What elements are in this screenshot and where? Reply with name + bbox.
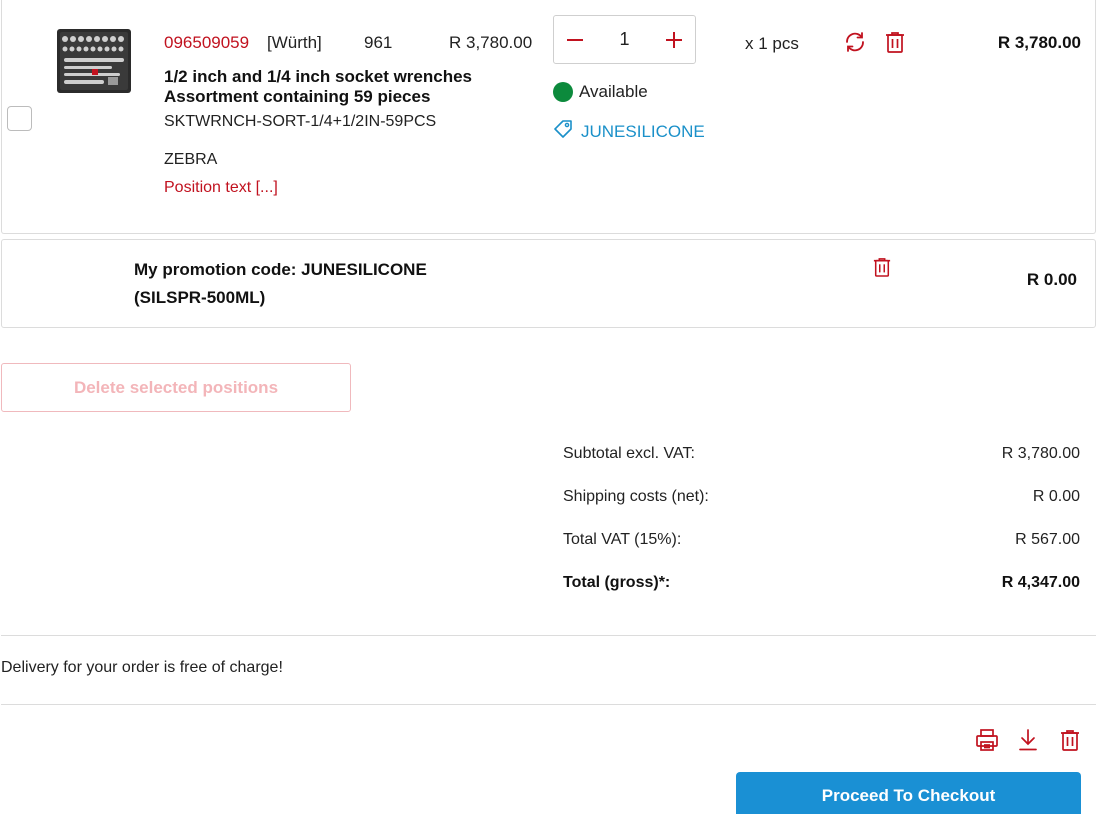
download-icon[interactable] <box>1017 728 1039 752</box>
summary-label: Total VAT (15%): <box>563 531 682 548</box>
summary-label: Shipping costs (net): <box>563 488 709 505</box>
unit-price: R 3,780.00 <box>449 33 533 52</box>
customer-reference: ZEBRA <box>164 151 218 168</box>
divider <box>1 635 1096 636</box>
summary-value: R 567.00 <box>1015 531 1080 548</box>
unit-label: x 1 pcs <box>745 34 799 53</box>
plus-icon[interactable] <box>665 31 683 49</box>
article-code: 961 <box>364 33 393 52</box>
product-sku: SKTWRNCH-SORT-1/4+1/2IN-59PCS <box>164 113 437 130</box>
product-image[interactable] <box>56 27 132 97</box>
summary-value: R 0.00 <box>1032 488 1080 505</box>
trash-icon[interactable] <box>872 256 892 278</box>
promotion-code-label: My promotion code: JUNESILICONE (SILSPR-… <box>134 260 427 307</box>
product-title[interactable]: 1/2 inch and 1/4 inch socket wrenches As… <box>164 67 544 107</box>
refresh-icon[interactable] <box>843 30 867 54</box>
proceed-to-checkout-button[interactable]: Proceed To Checkout <box>736 772 1081 814</box>
promotion-tag[interactable]: JUNESILICONE <box>553 119 705 144</box>
summary-row-vat: Total VAT (15%): R 567.00 <box>563 531 1080 549</box>
summary-label: Subtotal excl. VAT: <box>563 445 695 462</box>
availability-label: Available <box>579 82 648 101</box>
line-total: R 3,780.00 <box>997 33 1081 52</box>
summary-label: Total (gross)*: <box>563 574 671 591</box>
trash-icon[interactable] <box>884 30 906 54</box>
summary-value: R 3,780.00 <box>1001 445 1080 462</box>
position-text-link[interactable]: Position text [...] <box>164 179 278 197</box>
summary-value: R 4,347.00 <box>1001 574 1080 591</box>
article-number-link[interactable]: 096509059 <box>164 33 249 53</box>
trash-icon[interactable] <box>1059 728 1081 752</box>
summary-row-subtotal: Subtotal excl. VAT: R 3,780.00 <box>563 445 1080 463</box>
delete-selected-button[interactable]: Delete selected positions <box>1 363 351 412</box>
available-dot-icon <box>553 82 573 102</box>
print-icon[interactable] <box>975 728 999 752</box>
summary-row-shipping: Shipping costs (net): R 0.00 <box>563 488 1080 506</box>
tag-icon <box>553 119 573 144</box>
select-item-checkbox[interactable] <box>7 106 32 131</box>
brand-label: [Würth] <box>267 33 322 52</box>
availability-status: Available <box>553 82 648 102</box>
promotion-tag-label: JUNESILICONE <box>581 121 705 141</box>
delivery-note: Delivery for your order is free of charg… <box>1 659 283 676</box>
quantity-stepper: 1 <box>553 15 696 64</box>
summary-row-total: Total (gross)*: R 4,347.00 <box>563 574 1080 592</box>
promotion-total: R 0.00 <box>1026 270 1077 289</box>
minus-icon[interactable] <box>566 31 584 49</box>
divider <box>1 704 1096 705</box>
quantity-input[interactable]: 1 <box>605 29 645 50</box>
